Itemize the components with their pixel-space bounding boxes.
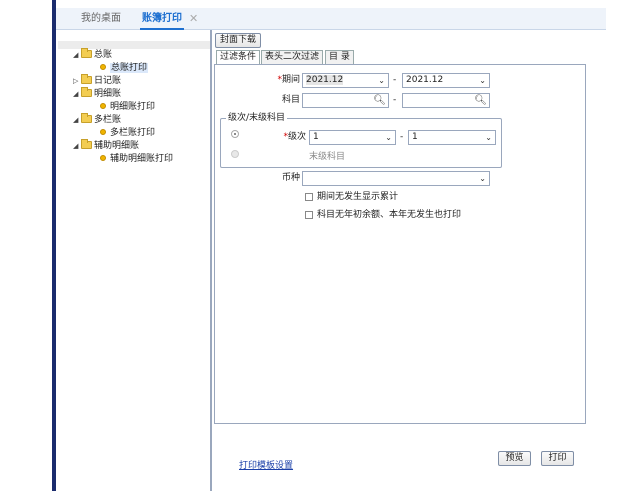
left-nav-bar [52,0,56,491]
tab-filter-conditions[interactable]: 过滤条件 [216,50,261,64]
folder-icon [81,139,92,149]
tree-node-auxiliary-ledger-print[interactable]: 辅助明细账打印 [100,153,173,165]
chevron-down-icon: ⌄ [485,133,492,142]
caret-down-icon[interactable]: ◢ [73,114,81,126]
tab-catalog[interactable]: 目 录 [325,50,354,64]
folder-icon [81,48,92,58]
subject-label: 科目 [281,95,300,105]
chevron-down-icon: ⌄ [479,174,486,183]
show-cumulative-label: 期间无发生显示累计 [317,192,399,202]
leaf-subject-label: 末级科目 [309,152,346,162]
subject-from-input[interactable]: 🔍︎ [302,93,389,108]
leaf-subject-radio[interactable] [231,150,239,158]
caret-right-icon[interactable]: ▷ [73,75,81,87]
tab-header-secondary-filter[interactable]: 表头二次过滤 [261,50,324,64]
currency-label: 币种 [281,173,300,183]
folder-icon [81,74,92,84]
level-label: *级次 [283,132,306,142]
level-group-title: 级次/末级科目 [226,112,288,124]
leaf-dot-icon [100,155,106,161]
chevron-down-icon: ⌄ [385,133,392,142]
pane-splitter[interactable] [210,30,212,491]
print-button[interactable]: 打印 [541,451,574,466]
search-icon[interactable]: 🔍︎ [373,94,386,107]
leaf-dot-icon [100,64,106,70]
chevron-down-icon: ⌄ [479,76,486,85]
print-empty-subjects-checkbox[interactable] [305,211,313,219]
cover-download-button[interactable]: 封面下载 [215,33,261,48]
level-to-select[interactable]: 1 ⌄ [408,130,496,145]
leaf-dot-icon [100,129,106,135]
tree-node-general-ledger-print[interactable]: 总账打印 [100,62,149,74]
caret-down-icon[interactable]: ◢ [73,88,81,100]
period-label: *期间 [277,75,300,85]
tab-my-desktop[interactable]: 我的桌面 [81,8,121,30]
subject-to-input[interactable]: 🔍︎ [402,93,490,108]
tab-bar: 我的桌面 账簿打印 ✕ [56,8,606,30]
caret-down-icon[interactable]: ◢ [73,49,81,61]
search-icon[interactable]: 🔍︎ [474,94,487,107]
chevron-down-icon: ⌄ [378,76,385,85]
range-dash: - [393,75,397,85]
period-to-select[interactable]: 2021.12 ⌄ [402,73,490,88]
leaf-dot-icon [100,103,106,109]
show-cumulative-checkbox[interactable] [305,193,313,201]
range-dash: - [400,132,404,142]
tree-node-multi-column-ledger-print[interactable]: 多栏账打印 [100,127,155,139]
tree-node-detail-ledger[interactable]: ◢ 明细账 [73,87,121,100]
range-dash: - [393,95,397,105]
tree-node-auxiliary-ledger[interactable]: ◢ 辅助明细账 [73,139,139,152]
folder-icon [81,87,92,97]
caret-down-icon[interactable]: ◢ [73,140,81,152]
level-radio[interactable] [231,130,239,138]
print-template-settings-link[interactable]: 打印模板设置 [239,460,293,472]
close-icon[interactable]: ✕ [189,8,198,30]
print-empty-subjects-label: 科目无年初余额、本年无发生也打印 [317,210,462,220]
tree-node-multi-column-ledger[interactable]: ◢ 多栏账 [73,113,121,126]
tab-ledger-print[interactable]: 账簿打印 [140,8,184,30]
app-window: 我的桌面 账簿打印 ✕ ◢ 总账 总账打印 ▷ 日记账 ◢ 明细账 明细账打印 ◢ 多栏… [0,0,634,491]
preview-button[interactable]: 预览 [498,451,531,466]
folder-icon [81,113,92,123]
currency-select[interactable]: ⌄ [302,171,490,186]
ledger-tree: ◢ 总账 总账打印 ▷ 日记账 ◢ 明细账 明细账打印 ◢ 多栏账 多栏账打印 ◢ 辅助明… [58,30,210,491]
period-from-select[interactable]: 2021.12 ⌄ [302,73,389,88]
tree-node-journal[interactable]: ▷ 日记账 [73,74,121,87]
level-from-select[interactable]: 1 ⌄ [309,130,396,145]
tree-node-detail-ledger-print[interactable]: 明细账打印 [100,101,155,113]
tree-node-general-ledger[interactable]: ◢ 总账 [73,48,112,61]
